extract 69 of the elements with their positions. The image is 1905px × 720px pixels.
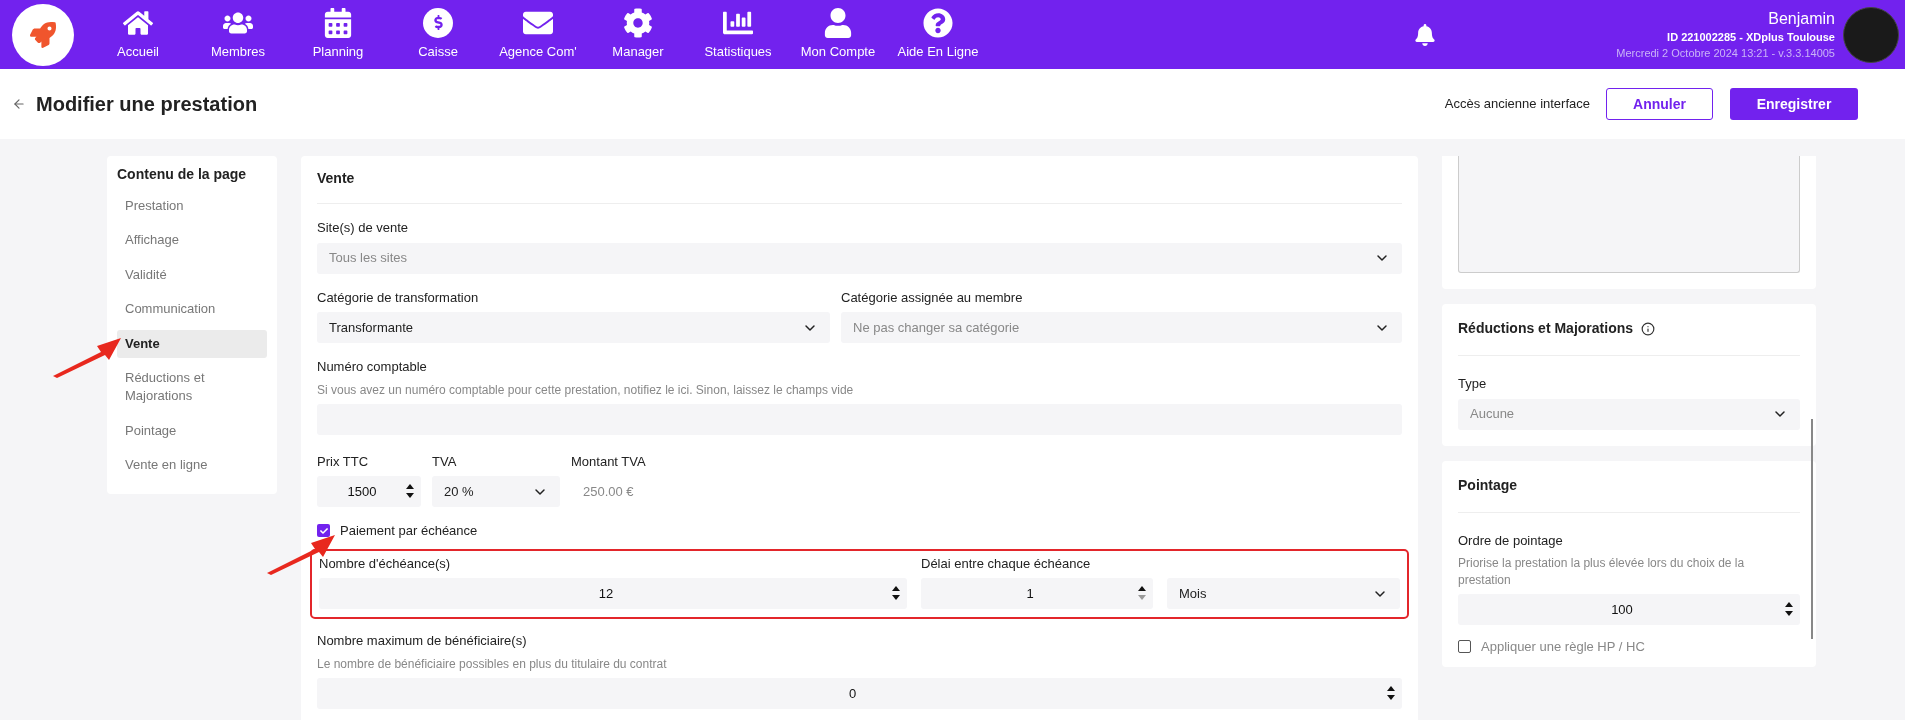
- select-field[interactable]: Ne pas changer sa catégorie: [841, 312, 1402, 343]
- rocket-icon: [30, 21, 56, 48]
- nav-item[interactable]: Caisse: [388, 7, 488, 62]
- sidebar-item[interactable]: Prestation: [117, 191, 267, 220]
- checkbox[interactable]: [1458, 640, 1471, 654]
- settings-icon: [623, 7, 653, 38]
- select-field[interactable]: 20 %: [432, 476, 560, 507]
- field-label: TVA: [432, 452, 458, 471]
- help-text: Le nombre de bénéficiaire possibles en plus du titulaire du contrat: [317, 655, 668, 673]
- sidebar-item[interactable]: Vente: [117, 329, 267, 358]
- select-field[interactable]: Aucune: [1458, 398, 1800, 430]
- checkmark-icon: [319, 526, 328, 535]
- section-title: Pointage: [1458, 474, 1800, 513]
- section-title: Vente: [317, 168, 1402, 204]
- section-title: Réductions et Majorations: [1458, 319, 1634, 338]
- sidebar-item[interactable]: Communication: [117, 295, 267, 323]
- sidebar-item[interactable]: Réductions et Majorations: [117, 364, 267, 410]
- user-icon: [823, 7, 853, 38]
- sidebar-item[interactable]: Vente en ligne: [117, 451, 267, 479]
- help-icon: [923, 7, 953, 38]
- select-field[interactable]: Mois: [1167, 578, 1400, 609]
- nav-item[interactable]: Manager: [588, 7, 688, 62]
- field-label: Site(s) de vente: [317, 219, 410, 237]
- number-field[interactable]: 1: [921, 578, 1153, 609]
- field-label: Prix TTC: [317, 452, 370, 471]
- save-button[interactable]: Enregistrer: [1730, 88, 1858, 120]
- field-label: Numéro comptable: [317, 358, 428, 376]
- nav-item[interactable]: Agence Com': [488, 7, 588, 62]
- sidebar-item[interactable]: Affichage: [117, 226, 267, 254]
- number-field[interactable]: 12: [319, 578, 907, 609]
- scrollbar[interactable]: [1811, 418, 1813, 639]
- help-text: Si vous avez un numéro comptable pour cette prestation, notifiez le ici. Sinon, laissez le champs vide: [317, 381, 855, 399]
- nav-item[interactable]: Aide En Ligne: [888, 7, 988, 62]
- sidebar-title: Contenu de la page: [117, 165, 248, 184]
- vat-amount-value: 250.00 €: [582, 482, 635, 501]
- page-title: Modifier une prestation: [36, 92, 258, 117]
- old-interface-link[interactable]: Accès ancienne interface: [1444, 94, 1590, 114]
- nav-item[interactable]: Accueil: [88, 7, 188, 62]
- checkbox[interactable]: [317, 524, 330, 538]
- nav-item[interactable]: Planning: [288, 7, 388, 62]
- field-label: Type: [1458, 375, 1488, 393]
- nav-item[interactable]: Statistiques: [688, 7, 788, 62]
- field-label: Nombre maximum de bénéficiaire(s): [317, 632, 528, 650]
- checkbox-label: Appliquer une règle HP / HC: [1481, 638, 1645, 656]
- date-version: Mercredi 2 Octobre 2024 13:21 - v.3.3.14005: [1616, 45, 1835, 61]
- number-field[interactable]: 1500: [317, 476, 421, 507]
- number-field[interactable]: 0: [317, 677, 1402, 709]
- notification-bell-icon[interactable]: [1414, 23, 1437, 46]
- field-label: Ordre de pointage: [1458, 531, 1564, 550]
- calendar-icon: [323, 7, 353, 38]
- field-label: Montant TVA: [571, 452, 646, 471]
- help-text: Priorise la prestation la plus élevée lors du choix de la prestation: [1458, 555, 1746, 589]
- sidebar-item[interactable]: Validité: [117, 260, 267, 289]
- field-label: Catégorie de transformation: [317, 288, 480, 307]
- field-label: Délai entre chaque échéance: [921, 554, 1092, 573]
- number-field[interactable]: 100: [1458, 594, 1800, 625]
- select-field[interactable]: Transformante: [317, 312, 830, 343]
- info-icon[interactable]: [1641, 321, 1656, 336]
- sidebar-item[interactable]: Pointage: [117, 416, 267, 445]
- user-id: ID 221002285 - XDplus Toulouse: [1667, 29, 1835, 45]
- checkbox-label: Paiement par échéance: [340, 522, 478, 540]
- dollar-icon: [423, 7, 453, 38]
- field-label: Catégorie assignée au membre: [841, 288, 1024, 307]
- nav-item[interactable]: Mon Compte: [788, 7, 888, 62]
- back-arrow-icon[interactable]: [12, 97, 26, 111]
- user-name: Benjamin: [1768, 8, 1835, 29]
- nav-item[interactable]: Membres: [188, 7, 288, 62]
- field-label: Nombre d'échéance(s): [319, 554, 452, 573]
- cancel-button[interactable]: Annuler: [1606, 88, 1713, 120]
